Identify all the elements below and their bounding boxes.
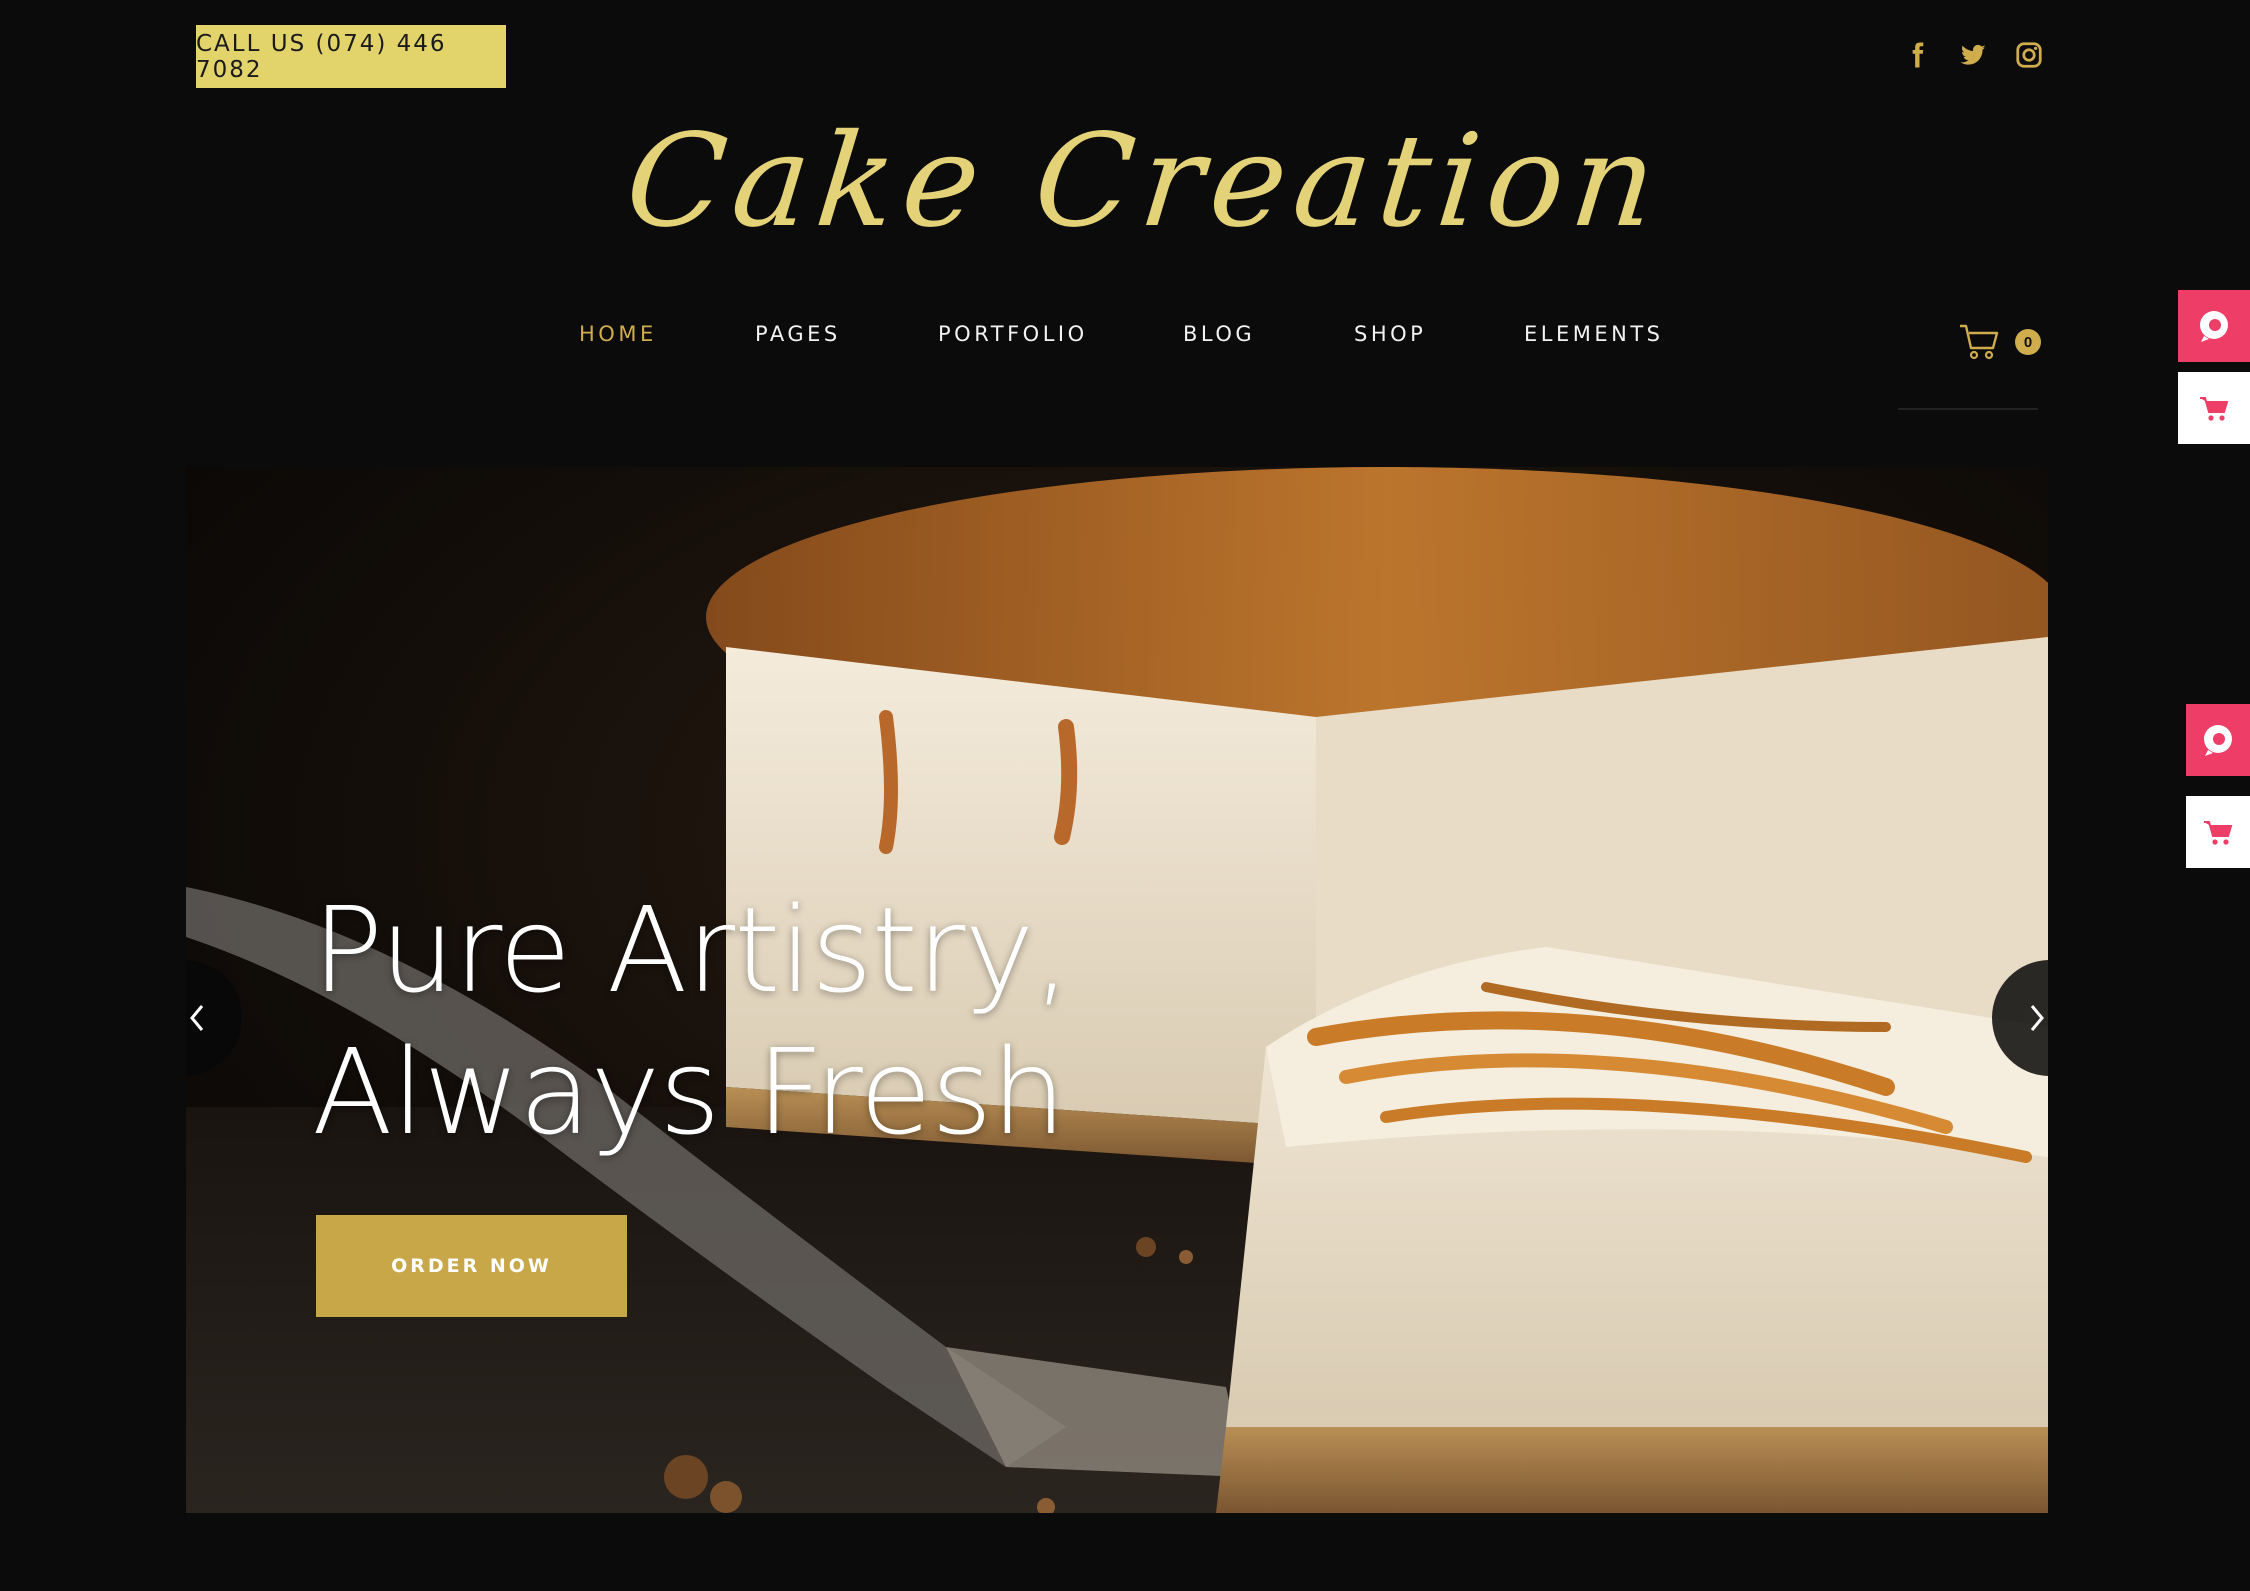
- instagram-icon[interactable]: [2012, 38, 2046, 72]
- hero-title: Pure Artistry, Always Fresh: [312, 879, 1071, 1163]
- order-now-button[interactable]: ORDER NOW: [316, 1215, 627, 1317]
- side-widget-chat-button[interactable]: [2186, 704, 2250, 776]
- social-links: [1900, 38, 2046, 72]
- hero-slider: Pure Artistry, Always Fresh ORDER NOW: [186, 467, 2048, 1513]
- chat-bubble-icon: [2204, 725, 2232, 756]
- nav-item-shop[interactable]: SHOP: [1354, 322, 1426, 346]
- chevron-left-icon: [190, 1005, 204, 1031]
- side-widget-chat-button[interactable]: [2178, 290, 2250, 362]
- side-widget-cart-button[interactable]: [2178, 372, 2250, 444]
- call-us-badge[interactable]: CALL US (074) 446 7082: [196, 25, 506, 88]
- divider: [1898, 408, 2038, 410]
- side-widget-cart-button[interactable]: [2186, 796, 2250, 868]
- twitter-icon[interactable]: [1956, 38, 1990, 72]
- nav-item-pages[interactable]: PAGES: [755, 322, 841, 346]
- hero-title-line: Pure Artistry,: [312, 881, 1071, 1019]
- chevron-right-icon: [2030, 1005, 2044, 1031]
- main-nav: HOME PAGES PORTFOLIO BLOG SHOP ELEMENTS: [0, 322, 2250, 362]
- nav-item-blog[interactable]: BLOG: [1183, 322, 1255, 346]
- nav-item-elements[interactable]: ELEMENTS: [1524, 322, 1664, 346]
- nav-item-portfolio[interactable]: PORTFOLIO: [938, 322, 1088, 346]
- cart-button[interactable]: 0: [1958, 320, 2048, 364]
- nav-item-home[interactable]: HOME: [579, 322, 657, 346]
- cart-icon: [2204, 821, 2233, 845]
- site-logo[interactable]: Cake Creation: [591, 92, 1700, 272]
- facebook-icon[interactable]: [1900, 38, 1934, 72]
- cart-icon: [1960, 324, 1999, 360]
- cart-count-badge: 0: [2015, 329, 2041, 355]
- page: CALL US (074) 446 7082 Cake Creation HOM…: [0, 0, 2250, 1591]
- cart-icon: [2200, 397, 2229, 421]
- chat-bubble-icon: [2200, 311, 2228, 342]
- hero-title-line: Always Fresh: [312, 1023, 1066, 1161]
